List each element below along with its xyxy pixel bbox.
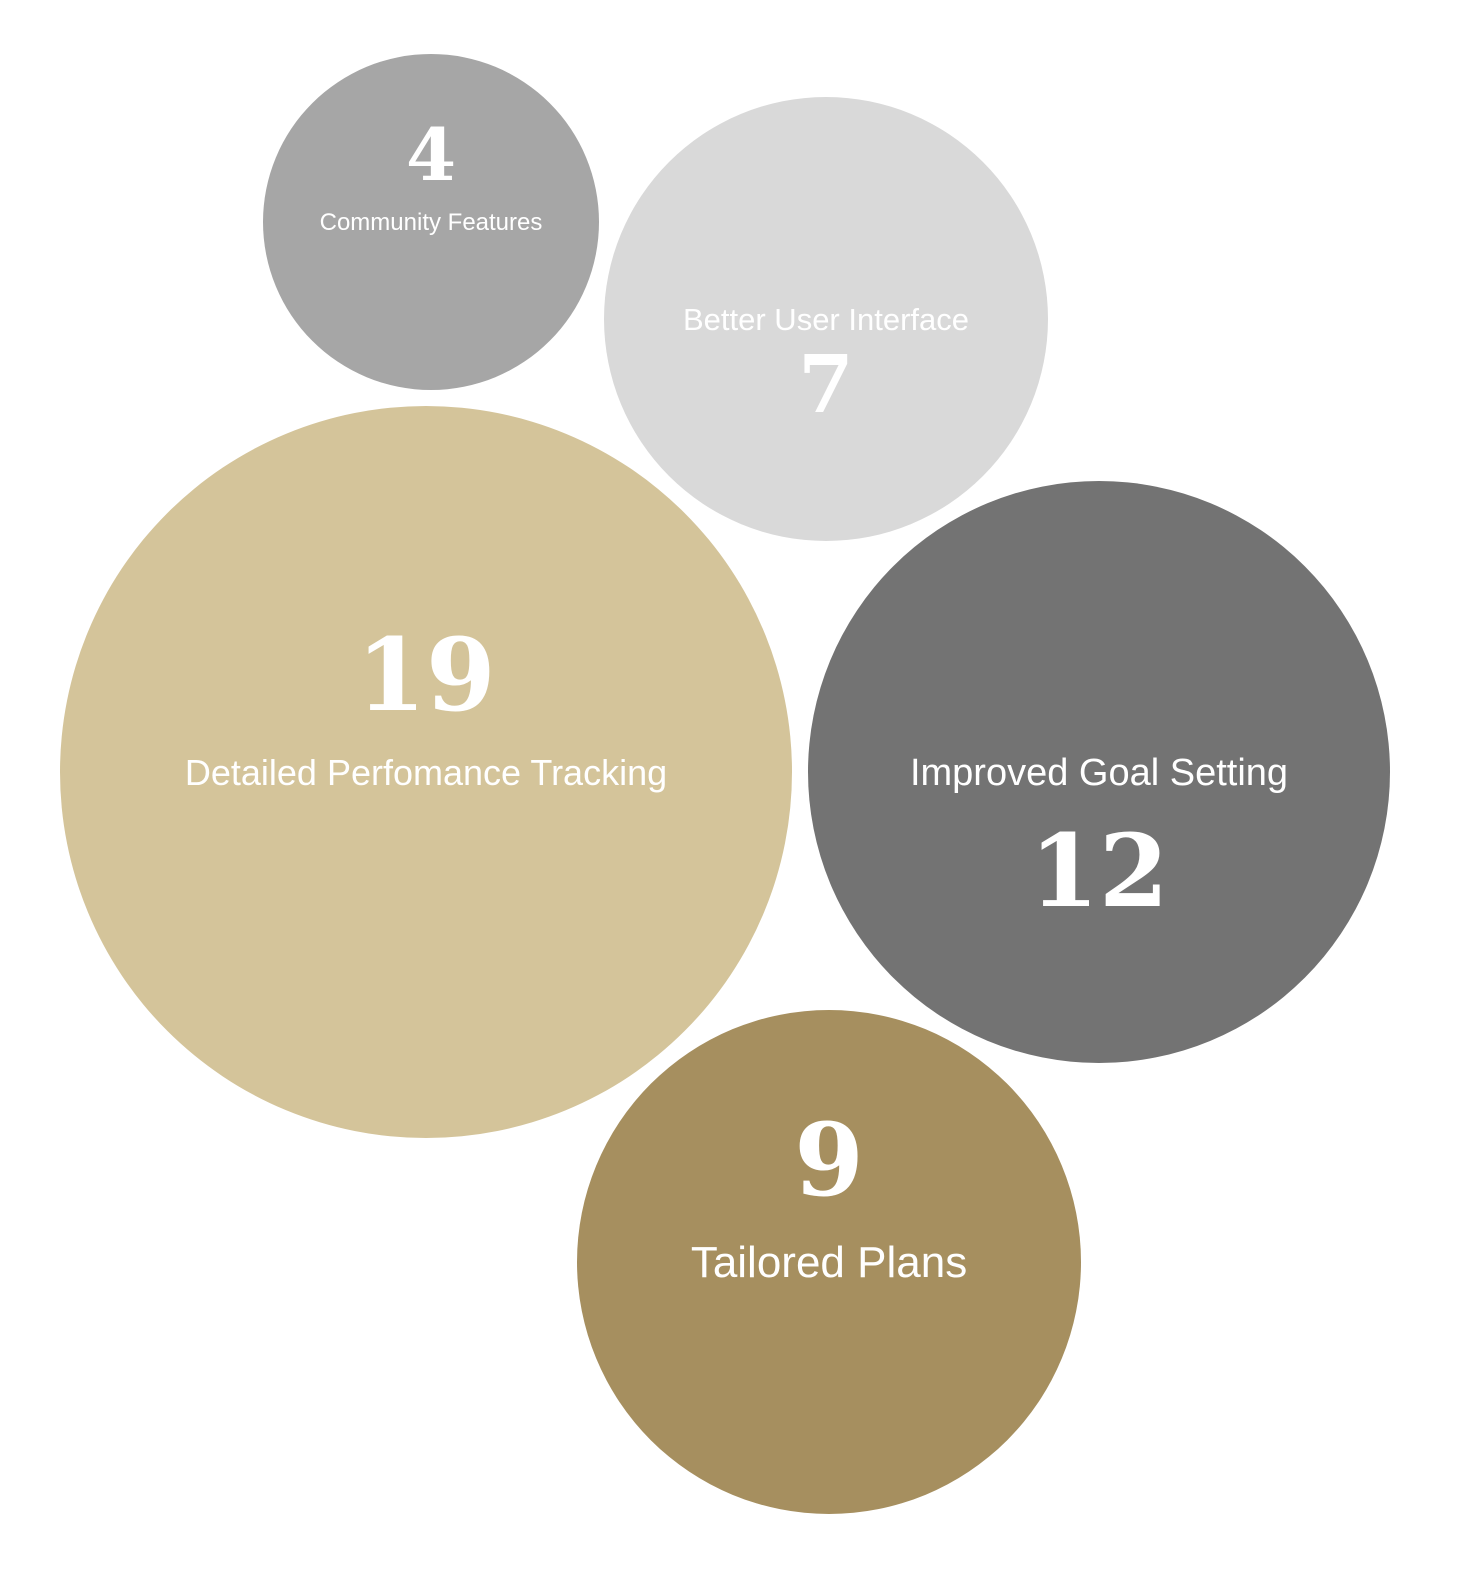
- bubble-value-label: 19: [356, 616, 495, 734]
- bubble: 19 Detailed Perfomance Tracking: [60, 406, 792, 1138]
- bubble-category-label: Community Features: [320, 209, 543, 236]
- bubble: 12 Improved Goal Setting: [808, 481, 1390, 1063]
- bubble: 4 Community Features: [263, 54, 599, 390]
- bubble: 7Better User Interface: [604, 97, 1048, 541]
- bubble: 9 Tailored Plans: [577, 1010, 1081, 1514]
- bubble-category-label: Improved Goal Setting: [910, 752, 1288, 794]
- bubble-category-label: Tailored Plans: [691, 1238, 967, 1287]
- bubble-value-label: 9: [794, 1101, 864, 1219]
- bubble-chart: 4 Community Features 7Better User Interfac…: [60, 54, 1390, 1514]
- bubble-category-label: Better User Interface: [683, 302, 969, 337]
- bubble-value-label: 7: [798, 337, 854, 431]
- bubble-category-label: Detailed Perfomance Tracking: [185, 752, 667, 793]
- bubble-value-label: 12: [1029, 812, 1168, 930]
- bubble-value-label: 4: [406, 112, 456, 197]
